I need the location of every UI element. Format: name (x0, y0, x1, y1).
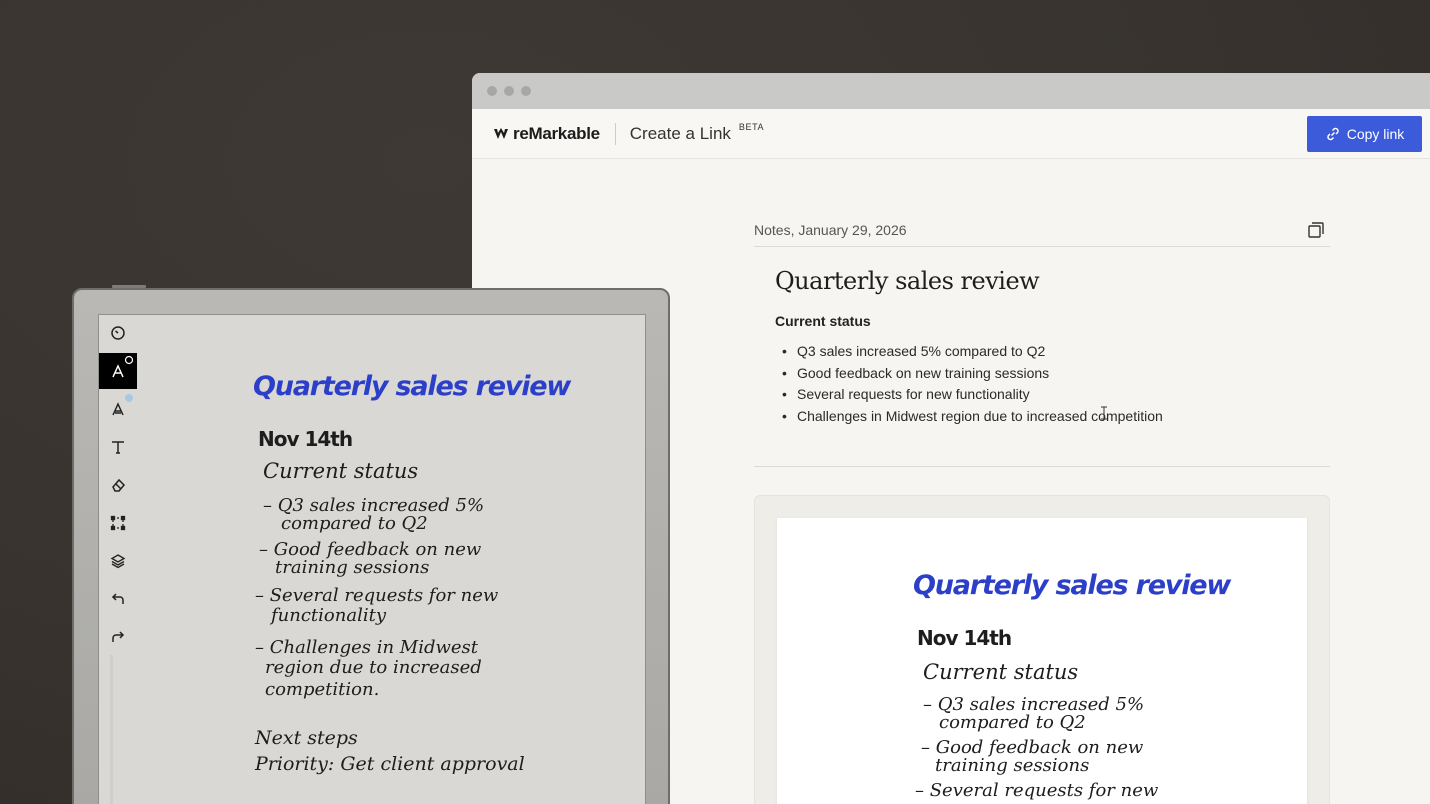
handwritten-line: – Challenges in Midwest (255, 637, 479, 658)
notebook-preview[interactable]: Quarterly sales review Nov 14th Current … (754, 495, 1330, 804)
link-icon (1326, 127, 1339, 141)
tablet-screen: Quarterly sales review Nov 14th Current … (98, 314, 646, 804)
app-header: reMarkable Create a Link BETA Copy link (472, 109, 1430, 159)
handwritten-line: competition. (265, 679, 380, 700)
document-date: Notes, January 29, 2026 (754, 221, 907, 238)
preview-handwritten-title: Quarterly sales review (913, 570, 1231, 601)
window-minimize-button[interactable] (504, 86, 514, 96)
handwritten-line: functionality (271, 605, 386, 626)
list-item: Q3 sales increased 5% compared to Q2 (782, 341, 1330, 363)
settings-dot-icon (124, 355, 134, 365)
handwritten-line: region due to increased (265, 657, 482, 678)
handwritten-line: – Several requests for new (255, 585, 499, 606)
remarkable-logo-icon (494, 127, 508, 139)
remarkable-tablet: Quarterly sales review Nov 14th Current … (72, 288, 670, 804)
section-heading: Current status (775, 313, 871, 329)
section-divider (754, 466, 1330, 467)
tool-selection[interactable] (99, 505, 137, 541)
highlighter-icon (112, 402, 124, 416)
status-bullet-list: Q3 sales increased 5% compared to Q2 Goo… (782, 341, 1330, 427)
brand-logo[interactable]: reMarkable (493, 124, 600, 144)
toolbar-rail (110, 655, 113, 804)
text-cursor-icon (1101, 406, 1107, 420)
handwritten-heading: Current status (263, 459, 419, 483)
tool-text[interactable] (99, 429, 137, 465)
document-content: Notes, January 29, 2026 Quarterly sales … (754, 213, 1330, 427)
list-item: Several requests for new functionality (782, 384, 1330, 406)
brand-name: reMarkable (513, 123, 600, 143)
tool-layers[interactable] (99, 543, 137, 579)
preview-handwritten-date: Nov 14th (917, 626, 1012, 650)
tablet-toolbar (99, 315, 137, 804)
handwritten-next-heading: Next steps (255, 727, 358, 749)
window-titlebar (472, 73, 1430, 109)
copy-link-label: Copy link (1346, 126, 1405, 142)
preview-handwritten-line: compared to Q2 (939, 712, 1086, 733)
color-dot-icon (125, 394, 133, 402)
handwritten-next-line: Priority: Get client approval (255, 753, 525, 775)
preview-page: Quarterly sales review Nov 14th Current … (777, 518, 1307, 804)
preview-handwritten-heading: Current status (923, 660, 1079, 684)
tool-redo[interactable] (99, 619, 137, 655)
handwritten-title: Quarterly sales review (253, 371, 571, 402)
preview-handwritten-line: training sessions (935, 755, 1090, 776)
undo-icon (111, 593, 124, 604)
list-item: Challenges in Midwest region due to incr… (782, 406, 1330, 428)
copy-link-button[interactable]: Copy link (1307, 116, 1422, 152)
list-item: Good feedback on new training sessions (782, 363, 1330, 385)
pen-icon (112, 364, 124, 378)
clock-icon (111, 326, 125, 340)
document-meta-row: Notes, January 29, 2026 (754, 213, 1330, 247)
tool-pen[interactable] (99, 353, 137, 389)
duplicate-icon[interactable] (1306, 220, 1326, 240)
window-maximize-button[interactable] (521, 86, 531, 96)
handwritten-line: training sessions (275, 557, 430, 578)
beta-badge: BETA (738, 121, 765, 132)
tool-undo[interactable] (99, 581, 137, 617)
tool-clock[interactable] (99, 315, 137, 351)
redo-icon (112, 631, 125, 642)
selection-icon (110, 515, 126, 531)
document-title: Quarterly sales review (775, 267, 1040, 295)
tool-eraser[interactable] (99, 467, 137, 503)
text-icon (112, 441, 124, 454)
tool-highlighter[interactable] (99, 391, 137, 427)
eraser-icon (112, 478, 126, 492)
handwritten-line: compared to Q2 (281, 513, 428, 534)
header-divider (614, 122, 616, 145)
app-title: Create a Link (629, 123, 731, 143)
handwritten-date: Nov 14th (258, 427, 353, 451)
layers-icon (110, 554, 126, 569)
preview-handwritten-line: – Several requests for new (915, 780, 1159, 801)
window-close-button[interactable] (487, 86, 497, 96)
